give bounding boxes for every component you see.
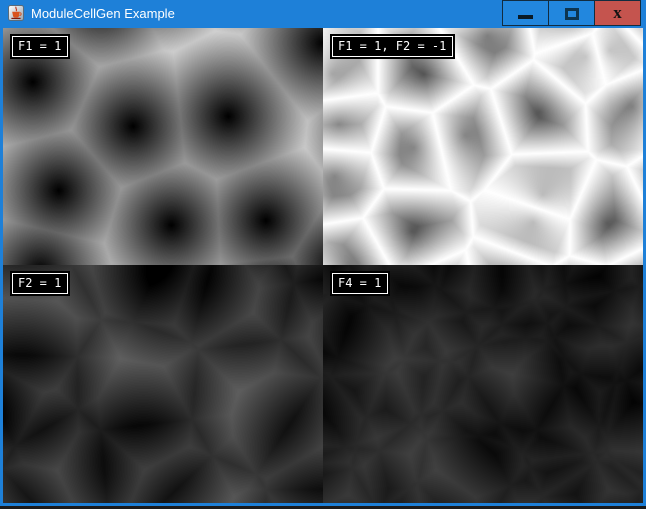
titlebar[interactable]: ModuleCellGen Example x bbox=[0, 0, 646, 28]
noise-panel-f1: F1 = 1 bbox=[3, 28, 323, 265]
noise-panel-f1-f2: F1 = 1, F2 = -1 bbox=[323, 28, 643, 265]
app-window: ModuleCellGen Example x F1 = 1 F1 = 1, F… bbox=[0, 0, 646, 506]
panel-label-box: F1 = 1 bbox=[10, 34, 70, 59]
noise-panel-f2: F2 = 1 bbox=[3, 265, 323, 503]
noise-canvas-f4 bbox=[323, 265, 643, 503]
panel-label-box: F1 = 1, F2 = -1 bbox=[330, 34, 455, 59]
window-controls: x bbox=[503, 0, 641, 26]
panel-label: F1 = 1 bbox=[12, 36, 68, 57]
panel-label-box: F4 = 1 bbox=[330, 271, 390, 296]
maximize-icon bbox=[565, 8, 579, 20]
noise-panel-f4: F4 = 1 bbox=[323, 265, 643, 503]
minimize-button[interactable] bbox=[502, 0, 549, 26]
noise-canvas-f1-f2 bbox=[323, 28, 643, 265]
maximize-button[interactable] bbox=[548, 0, 595, 26]
java-coffee-cup-icon bbox=[8, 5, 24, 21]
minimize-icon bbox=[518, 15, 533, 19]
close-icon: x bbox=[613, 4, 622, 21]
window-title: ModuleCellGen Example bbox=[31, 0, 175, 27]
noise-canvas-f2 bbox=[3, 265, 323, 503]
noise-canvas-f1 bbox=[3, 28, 323, 265]
render-area: F1 = 1 F1 = 1, F2 = -1 F2 = 1 F4 = 1 bbox=[3, 28, 643, 503]
panel-label: F1 = 1, F2 = -1 bbox=[332, 36, 453, 57]
close-button[interactable]: x bbox=[594, 0, 641, 26]
panel-label: F2 = 1 bbox=[12, 273, 68, 294]
panel-label: F4 = 1 bbox=[332, 273, 388, 294]
panel-label-box: F2 = 1 bbox=[10, 271, 70, 296]
